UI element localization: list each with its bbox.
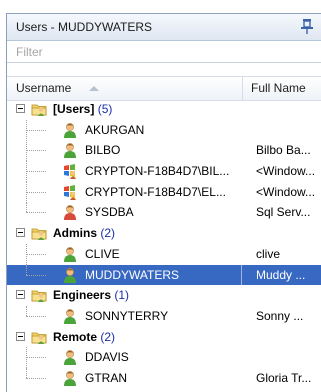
group-label: Remote (2) (53, 330, 115, 344)
group-row[interactable]: Admins (2) (7, 223, 321, 244)
tree-connector (26, 171, 46, 173)
user-icon (64, 267, 76, 283)
user-icon (64, 308, 76, 324)
filter-bar (7, 41, 321, 63)
sort-ascending-icon (89, 86, 99, 91)
user-full-name: Sonny ... (256, 308, 304, 323)
user-icon (64, 143, 76, 159)
group-label: Engineers (1) (53, 288, 129, 302)
group-name: [Users] (53, 102, 95, 116)
column-header: Username Full Name (7, 76, 321, 101)
tree-connector (26, 202, 27, 213)
user-full-name: Gloria Tr... (256, 370, 312, 385)
user-name: GTRAN (85, 370, 127, 385)
group-name: Engineers (53, 288, 112, 303)
group-row[interactable]: [Users] (5) (7, 99, 321, 120)
sysdba-user-icon (64, 205, 76, 221)
user-name: SONNYTERRY (85, 308, 169, 323)
collapse-toggle-icon[interactable] (16, 104, 25, 113)
users-panel: Users - MUDDYWATERS Username Full Name [… (6, 13, 321, 392)
panel-title: Users - MUDDYWATERS (16, 20, 152, 34)
group-folder-icon (31, 104, 47, 116)
pin-icon[interactable] (300, 18, 314, 34)
group-folder-icon (31, 290, 47, 303)
user-tree: [Users] (5) AKURGAN BILBO Bilbo Ba... CRYPTO… (7, 99, 321, 389)
user-name: CRYPTON-F18B4D7\BIL... (85, 164, 230, 179)
user-icon (64, 350, 76, 366)
user-row[interactable]: SYSDBA Sql Serv... (7, 202, 321, 223)
windows-user-icon (64, 184, 76, 200)
group-label: [Users] (5) (53, 102, 112, 116)
tree-connector (26, 129, 46, 131)
tree-connector (26, 377, 46, 379)
tree-connector (26, 357, 46, 359)
user-name: AKURGAN (85, 122, 145, 137)
user-icon (64, 246, 76, 262)
user-row[interactable]: MUDDYWATERS Muddy ... (7, 264, 321, 286)
tree-connector (26, 315, 46, 317)
group-row[interactable]: Remote (2) (7, 327, 321, 348)
user-name: SYSDBA (85, 205, 134, 220)
collapse-toggle-icon[interactable] (16, 331, 25, 341)
user-name: CLIVE (85, 246, 120, 261)
user-full-name: Muddy ... (256, 267, 306, 282)
panel-titlebar: Users - MUDDYWATERS (7, 14, 321, 41)
tree-connector (26, 367, 27, 378)
user-row[interactable]: SONNYTERRY Sonny ... (7, 305, 321, 327)
user-icon (64, 122, 76, 138)
user-row[interactable]: BILBO Bilbo Ba... (7, 140, 321, 162)
group-member-count: (1) (114, 288, 130, 303)
column-header-full-name[interactable]: Full Name (251, 81, 306, 95)
group-folder-icon (31, 332, 47, 344)
group-member-count: (2) (100, 226, 116, 241)
user-row[interactable]: DDAVIS (7, 347, 321, 369)
user-row[interactable]: CRYPTON-F18B4D7\EL... <Window... (7, 181, 321, 203)
column-resize-handle[interactable] (242, 77, 243, 100)
filter-input[interactable] (7, 41, 316, 62)
user-full-name: Sql Serv... (256, 205, 311, 220)
tree-connector (26, 253, 46, 255)
user-full-name: <Window... (256, 164, 316, 179)
group-name: Remote (53, 329, 98, 344)
tree-connector (26, 150, 46, 152)
user-name: MUDDYWATERS (85, 267, 179, 282)
user-full-name: <Window... (256, 184, 316, 199)
user-icon (64, 371, 76, 386)
windows-user-icon (64, 164, 76, 180)
group-label: Admins (2) (53, 226, 115, 240)
group-name: Admins (53, 226, 98, 241)
user-name: BILBO (85, 143, 121, 158)
tree-connector (26, 264, 27, 275)
tree-connector (26, 305, 27, 316)
column-header-username[interactable]: Username (16, 81, 71, 95)
user-name: DDAVIS (85, 350, 129, 365)
group-member-count: (2) (100, 329, 116, 344)
group-member-count: (5) (97, 102, 113, 116)
user-full-name: clive (256, 246, 281, 261)
collapse-toggle-icon[interactable] (16, 228, 25, 238)
user-name: CRYPTON-F18B4D7\EL... (85, 184, 226, 199)
user-full-name: Bilbo Ba... (256, 143, 311, 158)
user-row[interactable]: GTRAN Gloria Tr... (7, 367, 321, 389)
group-row[interactable]: Engineers (1) (7, 285, 321, 306)
user-row[interactable]: CLIVE clive (7, 243, 321, 265)
group-folder-icon (31, 228, 47, 241)
user-row[interactable]: AKURGAN (7, 119, 321, 141)
user-row[interactable]: CRYPTON-F18B4D7\BIL... <Window... (7, 161, 321, 183)
collapse-toggle-icon[interactable] (16, 290, 25, 300)
tree-connector (26, 191, 46, 193)
tree-connector (26, 274, 46, 276)
tree-connector (26, 212, 46, 214)
